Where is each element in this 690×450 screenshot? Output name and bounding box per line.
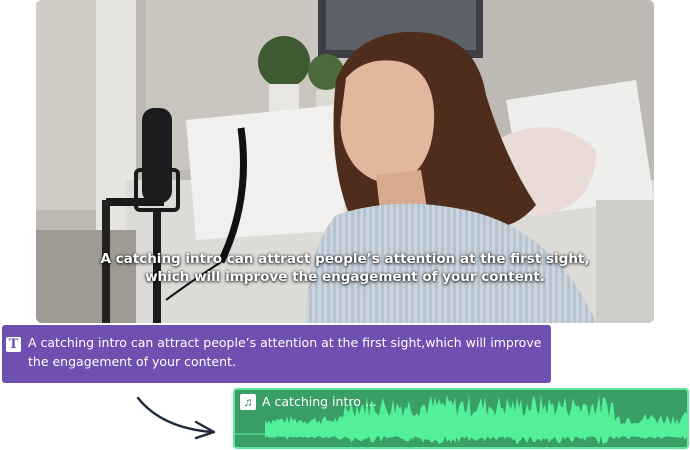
music-note-icon: ♫ <box>240 394 256 410</box>
subtitle-line-2: which will improve the engagement of you… <box>145 269 545 285</box>
audio-clip-label: A catching intro ... <box>262 394 377 409</box>
text-track-clip[interactable]: T A catching intro can attract people’s … <box>2 325 551 383</box>
video-subtitle-overlay: A catching intro can attract people’s at… <box>36 250 654 286</box>
text-clip-line-2: the engagement of your content. <box>28 354 236 369</box>
subtitle-line-1: A catching intro can attract people’s at… <box>100 251 590 267</box>
curved-arrow-icon <box>136 396 216 440</box>
video-preview[interactable]: A catching intro can attract people’s at… <box>36 0 654 323</box>
audio-track-clip[interactable]: ♫ A catching intro ... <box>233 388 689 449</box>
text-clip-line-1: A catching intro can attract people’s at… <box>28 335 542 350</box>
text-T-icon: T <box>6 337 21 352</box>
